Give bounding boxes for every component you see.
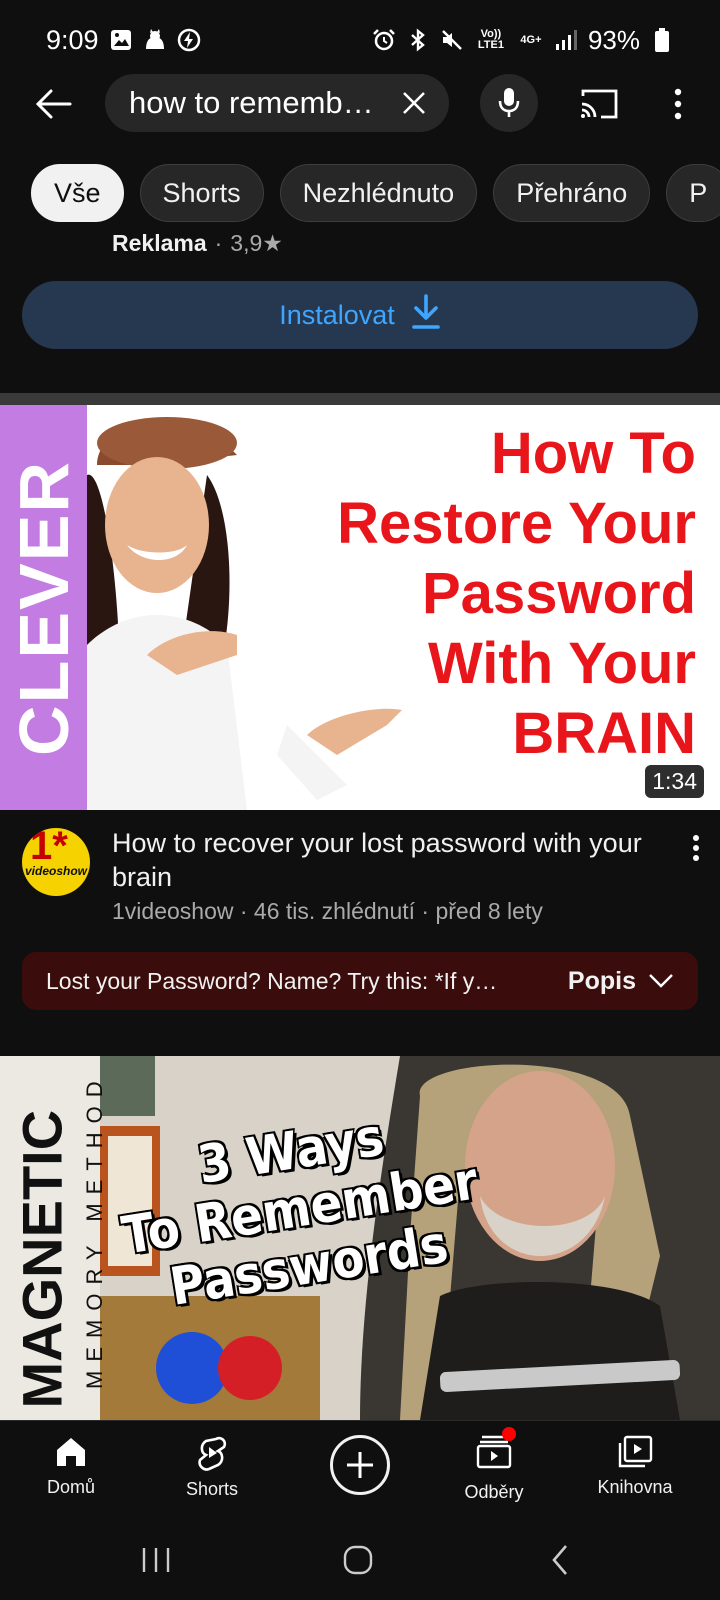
thumbnail-title-line-4: With Your [428, 631, 696, 696]
video-title[interactable]: How to recover your lost password with y… [112, 826, 672, 894]
chip-all[interactable]: Vše [31, 164, 124, 222]
avatar-subtext: videoshow [24, 864, 87, 878]
thumbnail-title-line-1: How To [490, 421, 696, 486]
chevron-down-icon [649, 974, 673, 988]
more-vert-icon[interactable] [660, 82, 696, 126]
video-more-icon[interactable] [678, 828, 714, 868]
search-query[interactable]: how to rememb… [129, 85, 389, 121]
video-thumbnail-2[interactable]: MAGNETIC MEMORY METHOD 3 Ways To Remembe… [0, 1056, 720, 1420]
network-label: 4G+ [520, 33, 542, 46]
volte-label: Vo)) LTE1 [477, 28, 504, 51]
clever-band: CLEVER [0, 405, 87, 810]
channel-avatar[interactable]: 1* videoshow [22, 828, 90, 896]
charging-icon [177, 28, 201, 52]
ad-rating: 3,9★ [230, 229, 283, 256]
bottom-navigation: Domů Shorts Odběry Knihovna [0, 1420, 720, 1520]
back-arrow-icon[interactable] [32, 82, 76, 126]
thumbnail-title-line-5: BRAIN [512, 701, 696, 766]
ad-label: Reklama [112, 229, 207, 256]
ad-separator: · [214, 229, 223, 256]
bluetooth-icon [406, 28, 430, 52]
mic-icon[interactable] [480, 74, 538, 132]
home-button-icon[interactable] [334, 1542, 382, 1578]
video-duration: 1:34 [645, 765, 704, 798]
description-bar[interactable]: Lost your Password? Name? Try this: *If … [22, 952, 698, 1010]
video-meta: 1videoshow · 46 tis. zhlédnutí · před 8 … [112, 898, 543, 924]
nav-home[interactable]: Domů [11, 1435, 131, 1515]
description-toggle[interactable]: Popis [568, 967, 674, 996]
shorts-icon [198, 1436, 227, 1471]
chip-watched[interactable]: Přehráno [493, 164, 651, 222]
gallery-icon [109, 28, 133, 52]
system-navigation [0, 1520, 720, 1600]
thumbnail-side-text-2: MAGNETIC [10, 1109, 74, 1409]
back-button-icon[interactable] [536, 1542, 584, 1578]
plus-icon [347, 1452, 373, 1478]
mute-icon [440, 28, 464, 52]
avatar-text: 1* [30, 828, 68, 868]
install-label: Instalovat [279, 299, 395, 330]
signal-icon [554, 28, 578, 52]
chip-more[interactable]: P [666, 164, 720, 222]
status-time: 9:09 [46, 24, 99, 55]
library-icon [618, 1435, 653, 1468]
filter-chips: Vše Shorts Nezhlédnuto Přehráno P [31, 164, 720, 222]
nav-home-label: Domů [46, 1477, 95, 1497]
search-input[interactable]: how to rememb… [105, 74, 449, 132]
close-icon[interactable] [397, 86, 431, 120]
create-button[interactable] [330, 1435, 390, 1495]
battery-icon [650, 28, 674, 52]
chip-shorts[interactable]: Shorts [139, 164, 264, 222]
section-divider [0, 393, 720, 405]
description-snippet: Lost your Password? Name? Try this: *If … [46, 967, 498, 994]
video-info[interactable]: 1* videoshow How to recover your lost pa… [0, 822, 720, 932]
home-icon [57, 1438, 85, 1466]
chip-unwatched[interactable]: Nezhlédnuto [279, 164, 478, 222]
nav-subscriptions-label: Odběry [464, 1482, 524, 1502]
thumbnail-title: How To Restore Your Password With Your B… [216, 419, 696, 769]
nav-library[interactable]: Knihovna [575, 1435, 695, 1515]
notification-dot [502, 1427, 516, 1441]
nav-library-label: Knihovna [597, 1477, 673, 1497]
recent-apps-icon[interactable] [132, 1542, 180, 1578]
ad-meta: Reklama · 3,9★ [112, 228, 283, 258]
thumbnail-side-subtext-2: MEMORY METHOD [82, 1072, 107, 1389]
battery-percent: 93% [587, 24, 640, 55]
thumbnail-side-text: CLEVER [4, 459, 83, 756]
nav-shorts[interactable]: Shorts [152, 1435, 272, 1515]
subscriptions-icon-wrap [476, 1427, 516, 1474]
thumbnail-title-line-3: Password [422, 561, 696, 626]
magnetic-band: MAGNETIC MEMORY METHOD [0, 1056, 107, 1420]
download-icon [411, 293, 441, 337]
nav-subscriptions[interactable]: Odběry [434, 1427, 554, 1515]
thumbnail-title-line-2: Restore Your [337, 491, 696, 556]
cast-icon[interactable] [577, 84, 621, 124]
alarm-icon [372, 28, 396, 52]
install-button[interactable]: Instalovat [22, 281, 698, 349]
status-bar: 9:09 Vo)) LTE1 4G+ 93% [0, 0, 720, 80]
search-header: how to rememb… [0, 72, 720, 134]
nav-shorts-label: Shorts [185, 1479, 239, 1499]
cat-icon [143, 28, 167, 52]
description-toggle-label: Popis [567, 966, 636, 995]
video-thumbnail[interactable]: CLEVER How To Restore Your Password With… [0, 405, 720, 810]
